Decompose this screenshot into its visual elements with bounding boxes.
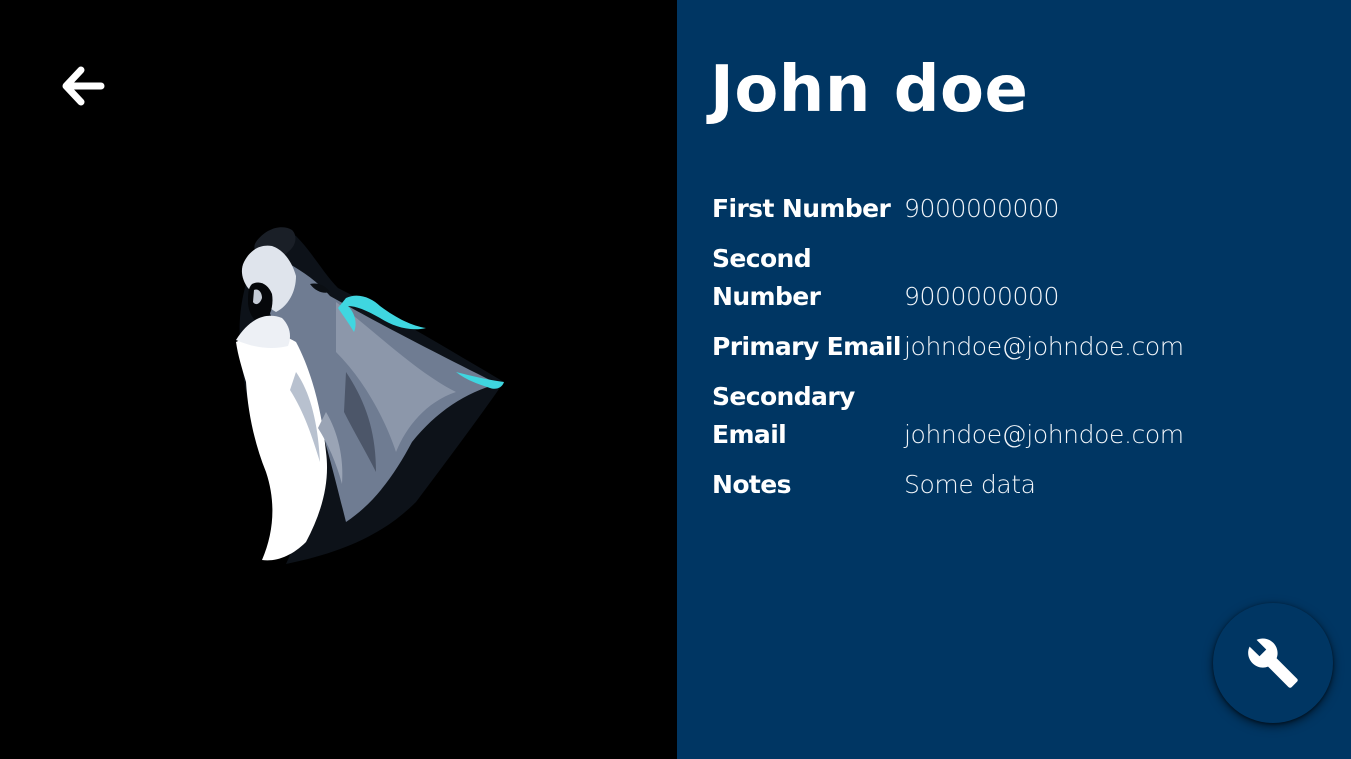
detail-row-primary-email: Primary Email johndoe@johndoe.com	[712, 328, 1272, 366]
detail-label: Primary Email	[712, 332, 901, 361]
wrench-icon	[1248, 638, 1298, 688]
detail-label: First Number	[712, 194, 891, 223]
detail-label: Notes	[712, 470, 791, 499]
detail-value: 9000000000	[904, 282, 1060, 311]
detail-row-first-number: First Number 9000000000	[712, 190, 1272, 228]
detail-row-second-number: Second Number 9000000000	[712, 240, 1272, 316]
detail-row-notes: Notes Some data	[712, 466, 1272, 504]
detail-value: 9000000000	[904, 194, 1060, 223]
detail-value: johndoe@johndoe.com	[904, 332, 1184, 361]
detail-value: Some data	[904, 470, 1036, 499]
contact-details: First Number 9000000000 Second Number 90…	[712, 190, 1272, 516]
detail-value: johndoe@johndoe.com	[904, 420, 1184, 449]
contact-detail-screen: John doe First Number 9000000000 Second …	[0, 0, 1351, 759]
details-panel: John doe First Number 9000000000 Second …	[677, 0, 1351, 759]
edit-contact-button[interactable]	[1213, 603, 1333, 723]
wolf-avatar-image	[236, 227, 504, 564]
contact-name: John doe	[710, 53, 1029, 127]
back-button[interactable]	[54, 60, 110, 112]
avatar-panel	[0, 0, 677, 759]
detail-label: Second Number	[712, 244, 821, 311]
detail-label: Secondary Email	[712, 382, 855, 449]
arrow-left-icon	[62, 66, 105, 106]
detail-row-secondary-email: Secondary Email johndoe@johndoe.com	[712, 378, 1272, 454]
